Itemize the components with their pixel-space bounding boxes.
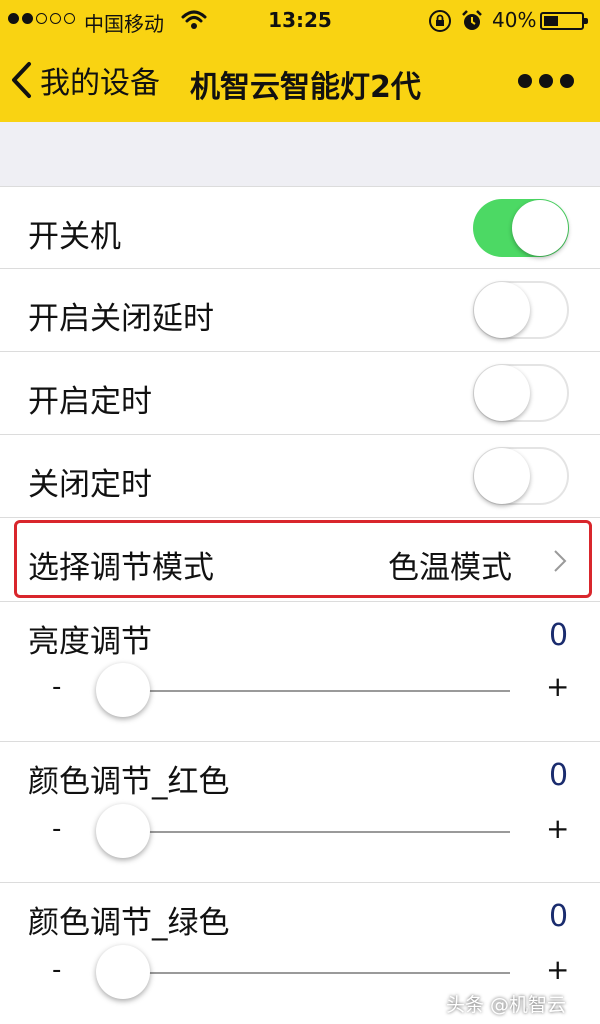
battery-icon — [540, 12, 588, 30]
increase-button[interactable]: + — [546, 812, 569, 845]
slider-value: 0 — [549, 758, 569, 793]
back-button[interactable]: 我的设备 — [10, 56, 160, 104]
slider-row-red: 颜色调节_红色 0 - + — [0, 742, 600, 883]
slider-row-brightness: 亮度调节 0 - + — [0, 602, 600, 742]
slider-thumb[interactable] — [96, 945, 150, 999]
timer-off-switch[interactable] — [473, 447, 569, 505]
slider-value: 0 — [549, 899, 569, 934]
status-bar: 中国移动 13:25 40% — [0, 0, 600, 40]
slider-thumb[interactable] — [96, 804, 150, 858]
alarm-icon — [460, 9, 484, 38]
timer-on-switch[interactable] — [473, 364, 569, 422]
navigation-bar: 我的设备 机智云智能灯2代 — [0, 40, 600, 122]
slider-label: 亮度调节 — [28, 624, 152, 660]
more-dots-icon[interactable] — [518, 68, 574, 94]
back-button-label: 我的设备 — [40, 66, 160, 101]
battery-percentage: 40% — [492, 8, 537, 32]
toggle-label: 关闭定时 — [28, 467, 152, 503]
slider-track[interactable] — [98, 690, 510, 692]
watermark: 头条 @机智云 — [446, 994, 567, 1016]
toggle-label: 开启关闭延时 — [28, 301, 214, 337]
page-title: 机智云智能灯2代 — [190, 70, 421, 105]
highlight-box — [14, 520, 592, 598]
slider-label: 颜色调节_绿色 — [28, 905, 230, 941]
slider-value: 0 — [549, 618, 569, 653]
decrease-button[interactable]: - — [52, 672, 61, 702]
decrease-button[interactable]: - — [52, 814, 61, 844]
decrease-button[interactable]: - — [52, 955, 61, 985]
toggle-row-timer-on: 开启定时 — [0, 352, 600, 435]
app-header: 中国移动 13:25 40% 我的设备 机智云智能灯2代 — [0, 0, 600, 122]
device-settings-list: 开关机 开启关闭延时 开启定时 关闭定时 选择调节模式 色温模式 亮度调节 0 … — [0, 186, 600, 1024]
slider-track[interactable] — [98, 831, 510, 833]
toggle-row-delay: 开启关闭延时 — [0, 269, 600, 352]
slider-label: 颜色调节_红色 — [28, 764, 230, 800]
increase-button[interactable]: + — [546, 953, 569, 986]
power-switch[interactable] — [473, 199, 569, 257]
toggle-row-timer-off: 关闭定时 — [0, 435, 600, 518]
slider-thumb[interactable] — [96, 663, 150, 717]
toggle-label: 开关机 — [28, 219, 121, 255]
orientation-lock-icon — [428, 9, 452, 38]
chevron-left-icon — [12, 62, 31, 98]
delay-switch[interactable] — [473, 281, 569, 339]
slider-track[interactable] — [98, 972, 510, 974]
increase-button[interactable]: + — [546, 670, 569, 703]
toggle-row-power: 开关机 — [0, 187, 600, 269]
toggle-label: 开启定时 — [28, 384, 152, 420]
